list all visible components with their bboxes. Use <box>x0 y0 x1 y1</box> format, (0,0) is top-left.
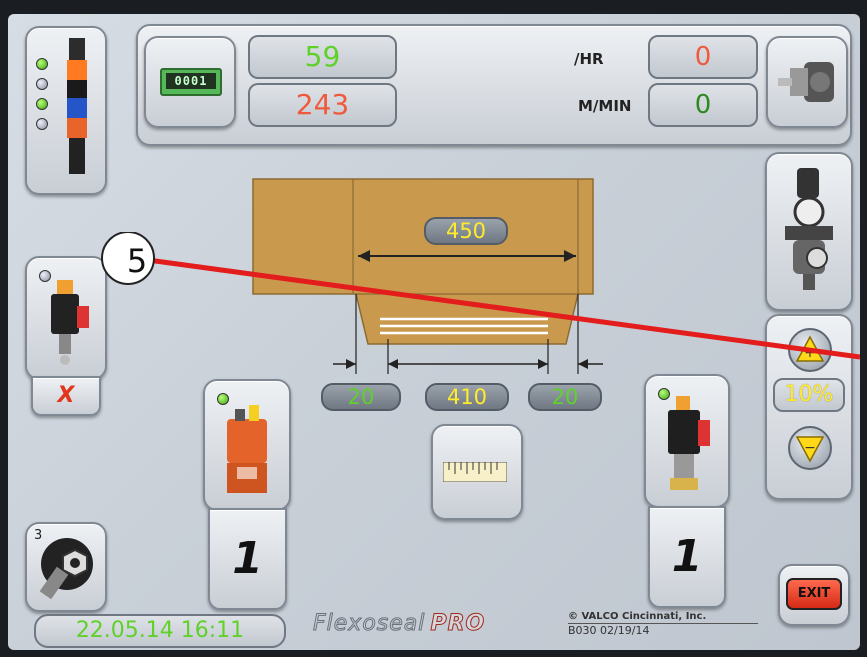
encoder-button[interactable] <box>766 36 848 128</box>
callout-annotation <box>101 232 860 360</box>
speed-field: 0 <box>648 83 758 127</box>
gun-bl-led <box>217 393 229 405</box>
glue-head-icon <box>227 405 267 493</box>
good-count-field: 59 <box>248 35 397 79</box>
tower-led-2 <box>36 78 48 90</box>
valve-icon <box>51 280 89 365</box>
exit-button[interactable]: EXIT <box>786 578 842 610</box>
counter-reset-button[interactable]: 0001 <box>144 36 236 128</box>
wrench-icon <box>39 538 93 600</box>
svg-text:−: − <box>804 440 816 456</box>
left-flap-value[interactable]: 20 <box>321 383 401 411</box>
maintenance-button[interactable]: 3 <box>25 522 107 612</box>
measure-button[interactable] <box>431 424 523 520</box>
arrow-down-icon: − <box>795 436 825 463</box>
valve-icon-right <box>668 396 710 490</box>
rate-field: 0 <box>648 35 758 79</box>
right-flap-value[interactable]: 20 <box>528 383 602 411</box>
glue-gun-bottom-right-button[interactable] <box>644 374 730 508</box>
signal-tower-icon <box>67 38 87 174</box>
counter-panel: 0001 59 243 /HR 0 M/MIN 0 <box>136 24 852 146</box>
copyright-block: © VALCO Cincinnati, Inc. B030 02/19/14 <box>568 610 758 638</box>
hmi-screen: 0001 59 243 /HR 0 M/MIN 0 + 10% − 450 20… <box>8 14 860 650</box>
gun-br-count-box: 1 <box>648 506 726 608</box>
brand-logo: Flexoseal PRO <box>312 611 486 637</box>
gun-disabled-icon: X <box>57 383 75 408</box>
tower-led-1 <box>36 58 48 70</box>
counter-icon: 0001 <box>160 68 222 96</box>
signal-tower-button[interactable] <box>25 26 107 195</box>
percent-field: 10% <box>773 378 845 412</box>
glue-gun-bottom-left-button[interactable] <box>203 379 291 511</box>
tower-led-4 <box>36 118 48 130</box>
ruler-icon <box>443 462 507 482</box>
total-count-field: 243 <box>248 83 397 127</box>
speed-label: M/MIN <box>578 97 632 115</box>
rate-label: /HR <box>574 50 604 68</box>
datetime-display: 22.05.14 16:11 <box>34 614 286 648</box>
encoder-icon <box>778 62 834 102</box>
exit-panel: EXIT <box>778 564 850 626</box>
glue-gun-left-button[interactable] <box>25 256 107 380</box>
gun-left-status-box: X <box>31 376 101 416</box>
center-value[interactable]: 410 <box>425 383 509 411</box>
callout-number: 5 <box>126 242 148 280</box>
tower-led-3 <box>36 98 48 110</box>
gun-bl-count-box: 1 <box>208 508 287 610</box>
percent-down-button[interactable]: − <box>788 426 832 470</box>
